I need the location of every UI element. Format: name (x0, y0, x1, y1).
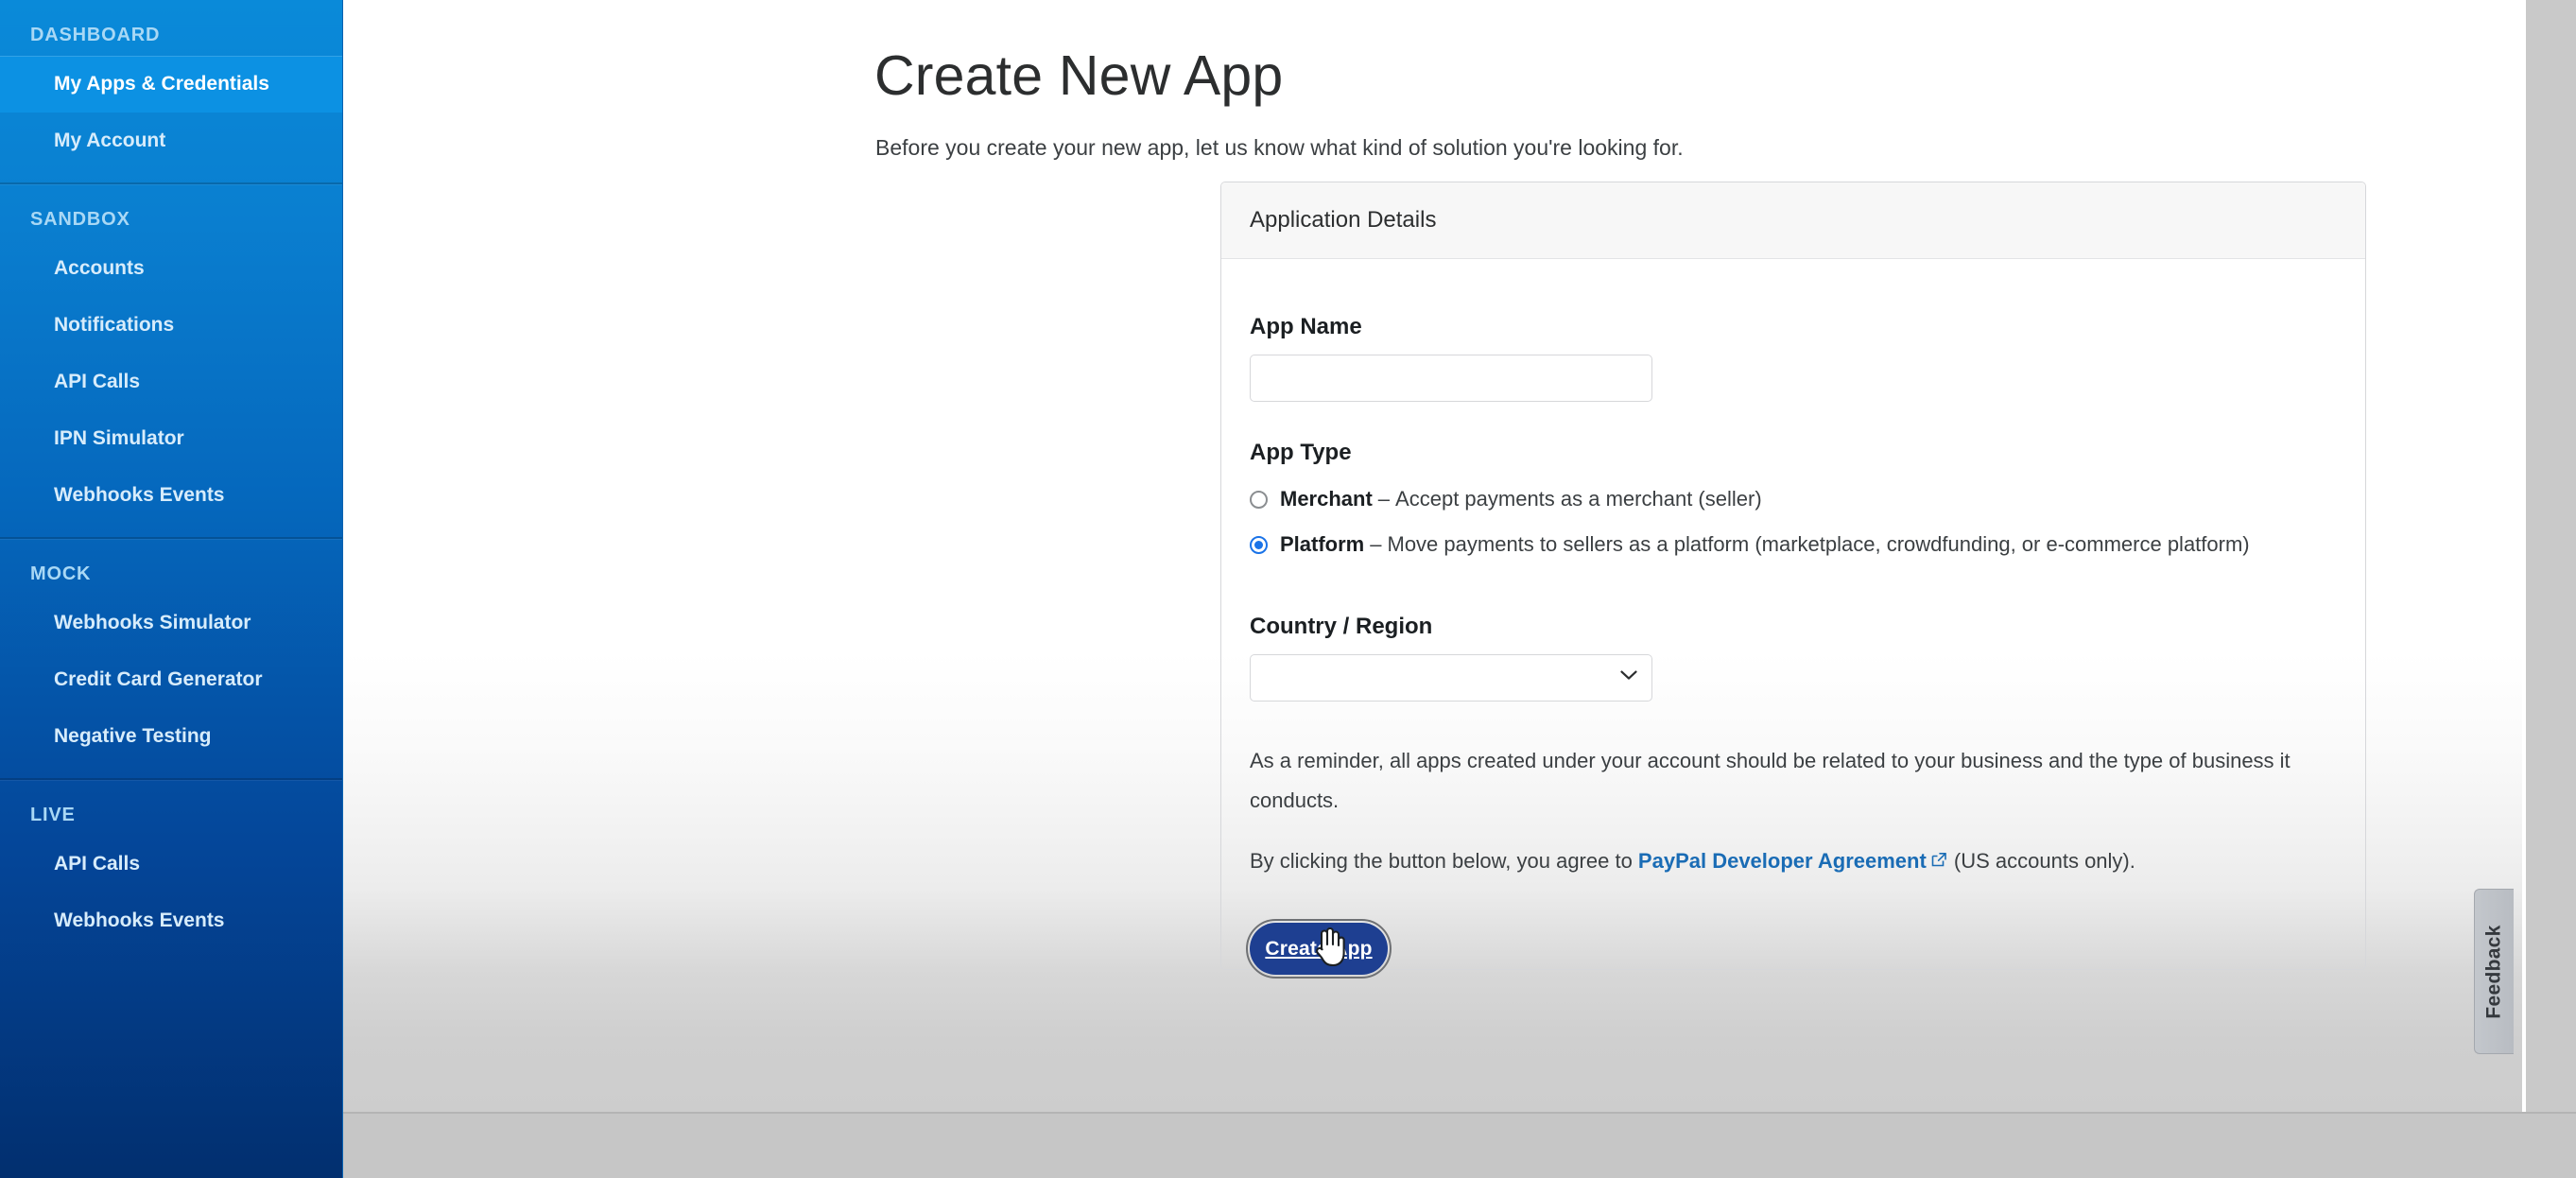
radio-merchant-description: Accept payments as a merchant (seller) (1395, 487, 1762, 511)
app-name-field-group: App Name (1250, 314, 2337, 402)
feedback-tab-button[interactable]: Feedback (2474, 889, 2514, 1054)
radio-platform-description: Move payments to sellers as a platform (… (1387, 532, 2250, 556)
sidebar-section-live: LIVE API Calls Webhooks Events (0, 780, 342, 949)
radio-merchant-name: Merchant (1280, 487, 1373, 511)
sidebar-section-header-mock: MOCK (30, 563, 92, 584)
radio-platform-name: Platform (1280, 532, 1365, 556)
app-type-label: App Type (1250, 440, 1352, 465)
sidebar-item-webhooks-events-live[interactable]: Webhooks Events (0, 892, 342, 949)
sidebar-section-sandbox: SANDBOX Accounts Notifications API Calls… (0, 184, 342, 537)
reminder-text: As a reminder, all apps created under yo… (1250, 749, 2291, 812)
agreement-suffix: (US accounts only). (1947, 849, 2135, 873)
country-region-select[interactable] (1250, 654, 1652, 702)
page-subtitle: Before you create your new app, let us k… (875, 135, 1684, 160)
country-region-field-group: Country / Region (1250, 614, 2337, 702)
radio-option-merchant[interactable]: Merchant – Accept payments as a merchant… (1250, 487, 2337, 511)
agreement-prefix: By clicking the button below, you agree … (1250, 849, 1638, 873)
sidebar-item-webhooks-simulator[interactable]: Webhooks Simulator (0, 595, 342, 651)
country-region-select-wrapper (1250, 654, 1652, 702)
sidebar-item-accounts[interactable]: Accounts (0, 240, 342, 297)
radio-merchant-dash: – (1377, 487, 1391, 511)
app-window: DASHBOARD My Apps & Credentials My Accou… (0, 0, 2576, 1178)
sidebar-item-my-apps-and-credentials[interactable]: My Apps & Credentials (0, 56, 342, 113)
radio-platform-icon[interactable] (1250, 536, 1268, 554)
radio-platform-dash: – (1370, 532, 1382, 556)
sidebar-section-mock: MOCK Webhooks Simulator Credit Card Gene… (0, 539, 342, 778)
sidebar-navigation: DASHBOARD My Apps & Credentials My Accou… (0, 0, 343, 1178)
radio-option-platform[interactable]: Platform – Move payments to sellers as a… (1250, 532, 2337, 557)
card-header-title: Application Details (1250, 207, 1437, 233)
radio-merchant-icon[interactable] (1250, 491, 1268, 509)
sidebar-item-webhooks-events-sandbox[interactable]: Webhooks Events (0, 467, 342, 524)
create-app-button[interactable]: Create App (1246, 919, 1392, 979)
create-app-button-wrapper: Create App (1246, 919, 1392, 979)
app-type-field-group: App Type Merchant – Accept payments as a… (1250, 440, 2337, 557)
sidebar-item-my-account[interactable]: My Account (0, 113, 342, 169)
sidebar-item-credit-card-generator[interactable]: Credit Card Generator (0, 651, 342, 708)
main-content: Create New App Before you create your ne… (343, 0, 2522, 1112)
country-region-label: Country / Region (1250, 614, 1433, 639)
agreement-text: By clicking the button below, you agree … (1250, 841, 2337, 882)
sidebar-item-notifications[interactable]: Notifications (0, 297, 342, 354)
page-title: Create New App (874, 43, 1284, 107)
sidebar-section-dashboard: DASHBOARD My Apps & Credentials My Accou… (0, 0, 342, 182)
bottom-chrome-strip (343, 1112, 2576, 1178)
sidebar-section-header-dashboard: DASHBOARD (30, 25, 161, 45)
sidebar-item-api-calls-sandbox[interactable]: API Calls (0, 354, 342, 410)
app-name-label: App Name (1250, 314, 1362, 339)
card-header: Application Details (1221, 182, 2365, 259)
application-details-card: Application Details App Name App Type Me… (1220, 182, 2366, 979)
card-body: App Name App Type Merchant – Accept paym… (1221, 259, 2365, 979)
app-name-input[interactable] (1250, 355, 1652, 402)
sidebar-section-header-sandbox: SANDBOX (30, 209, 130, 230)
sidebar-item-ipn-simulator[interactable]: IPN Simulator (0, 410, 342, 467)
feedback-tab-label: Feedback (2482, 924, 2505, 1019)
paypal-developer-agreement-link[interactable]: PayPal Developer Agreement (1638, 849, 1927, 873)
sidebar-item-api-calls-live[interactable]: API Calls (0, 836, 342, 892)
external-link-icon (1930, 842, 1948, 882)
sidebar-section-header-live: LIVE (30, 805, 76, 825)
vertical-scrollbar[interactable] (2522, 0, 2576, 1112)
sidebar-item-negative-testing[interactable]: Negative Testing (0, 708, 342, 765)
